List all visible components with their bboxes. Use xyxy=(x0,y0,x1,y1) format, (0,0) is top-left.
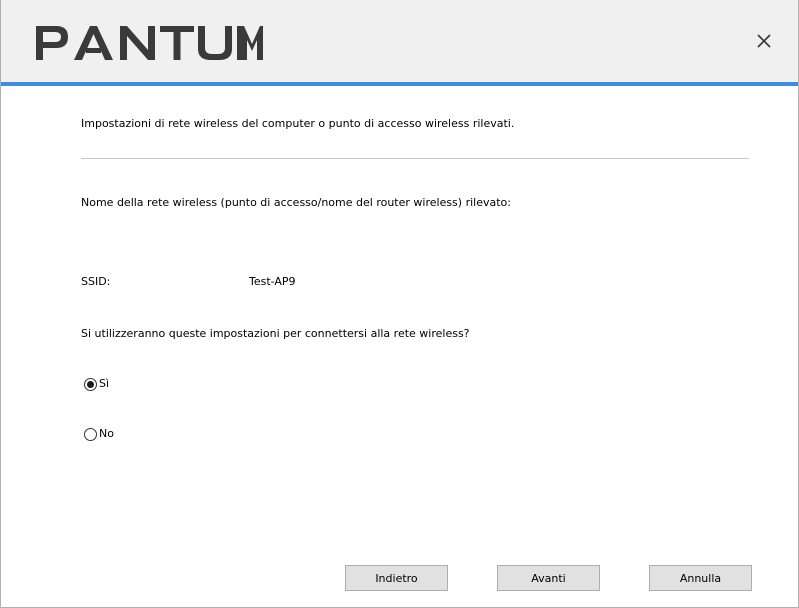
radio-label-no: No xyxy=(99,427,114,440)
next-button[interactable]: Avanti xyxy=(497,565,600,591)
pantum-logo xyxy=(36,26,263,60)
intro-text: Impostazioni di rete wireless del comput… xyxy=(81,117,515,130)
separator xyxy=(81,158,749,159)
radio-option-yes[interactable]: Sì xyxy=(84,377,109,391)
titlebar xyxy=(1,0,798,82)
network-name-label: Nome della rete wireless (punto di acces… xyxy=(81,196,511,209)
ssid-label: SSID: xyxy=(81,275,111,288)
cancel-button[interactable]: Annulla xyxy=(649,565,752,591)
ssid-value: Test-AP9 xyxy=(249,275,296,288)
radio-option-no[interactable]: No xyxy=(84,427,114,441)
back-button[interactable]: Indietro xyxy=(345,565,448,591)
radio-unselected-icon[interactable] xyxy=(84,427,97,441)
titlebar-accent-line xyxy=(1,82,798,86)
setup-dialog: Impostazioni di rete wireless del comput… xyxy=(0,0,799,608)
close-icon[interactable] xyxy=(753,30,775,52)
radio-selected-icon[interactable] xyxy=(84,377,97,391)
radio-label-yes: Sì xyxy=(99,377,110,390)
question-text: Si utilizzeranno queste impostazioni per… xyxy=(81,327,470,340)
